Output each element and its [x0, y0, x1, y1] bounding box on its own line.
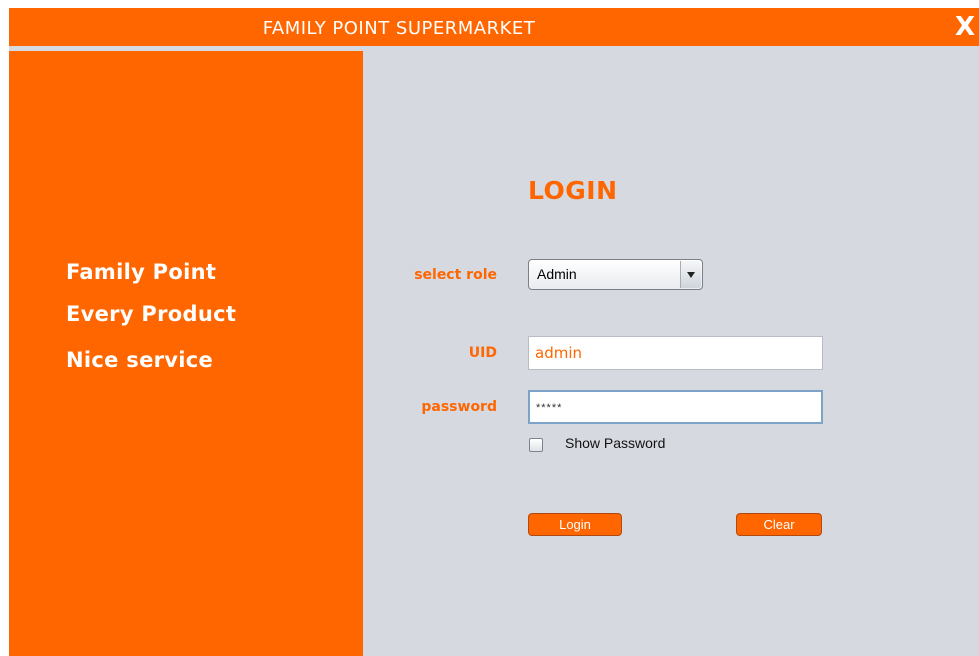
password-label: password: [421, 399, 497, 415]
chevron-down-icon[interactable]: [680, 261, 701, 288]
login-heading: LOGIN: [528, 176, 618, 205]
role-select-value: Admin: [537, 266, 577, 282]
uid-input[interactable]: admin: [528, 336, 823, 370]
uid-label: UID: [468, 345, 497, 361]
brand-panel: Family Point Every Product Nice service: [9, 51, 363, 656]
clear-button[interactable]: Clear: [736, 513, 822, 536]
show-password-checkbox[interactable]: [529, 438, 543, 452]
tagline-family-point: Family Point: [66, 260, 217, 284]
close-button[interactable]: X: [951, 11, 979, 43]
title-bar[interactable]: FAMILY POINT SUPERMARKET X: [9, 8, 979, 46]
login-button[interactable]: Login: [528, 513, 622, 536]
role-select[interactable]: Admin: [528, 259, 703, 290]
tagline-nice-service: Nice service: [66, 348, 214, 372]
show-password-label[interactable]: Show Password: [565, 435, 665, 451]
password-input[interactable]: *****: [528, 390, 823, 424]
tagline-every-product: Every Product: [66, 302, 237, 326]
login-window: FAMILY POINT SUPERMARKET X Family Point …: [9, 8, 979, 656]
role-label: select role: [414, 267, 497, 283]
window-title: FAMILY POINT SUPERMARKET: [262, 18, 536, 39]
